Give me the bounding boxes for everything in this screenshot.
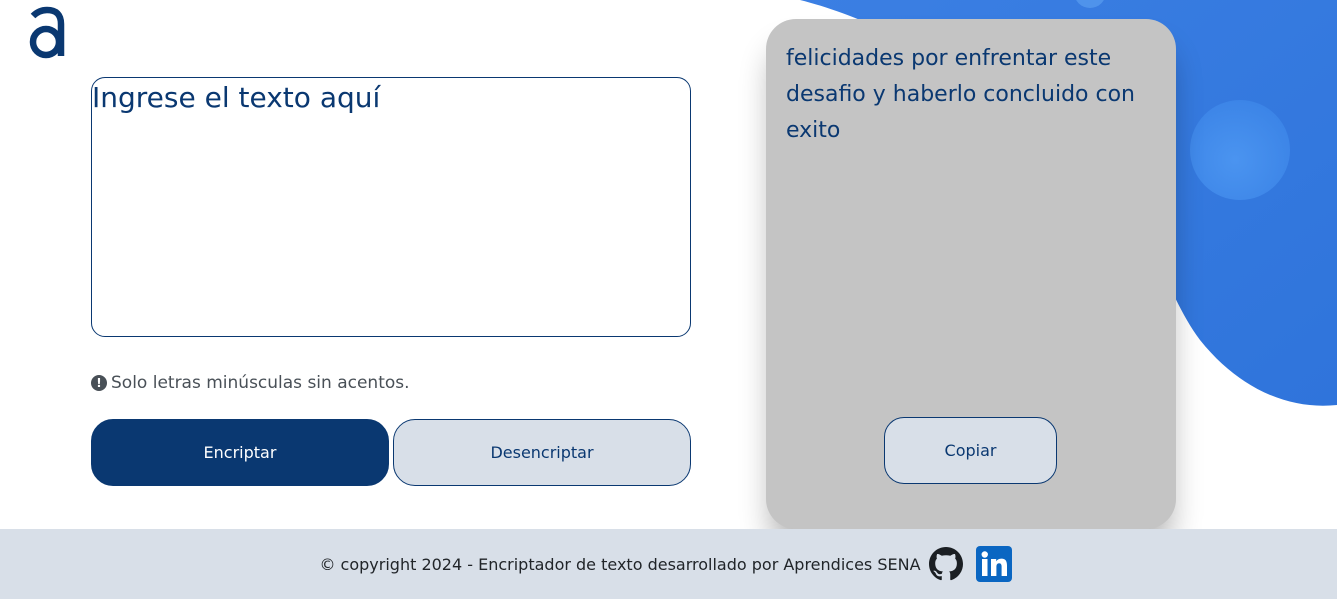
- output-card: felicidades por enfrentar este desafio y…: [766, 19, 1176, 529]
- footer: © copyright 2024 - Encriptador de texto …: [0, 529, 1337, 599]
- output-text: felicidades por enfrentar este desafio y…: [786, 46, 1135, 143]
- encrypt-button-label: Encriptar: [203, 443, 277, 462]
- footer-content: © copyright 2024 - Encriptador de texto …: [319, 546, 1012, 582]
- exclamation-circle-icon: !: [91, 375, 107, 391]
- input-hint: ! Solo letras minúsculas sin acentos.: [91, 372, 410, 394]
- github-icon[interactable]: [928, 547, 963, 581]
- linkedin-icon[interactable]: [975, 546, 1012, 582]
- decrypt-button[interactable]: Desencriptar: [393, 419, 691, 486]
- hint-text: Solo letras minúsculas sin acentos.: [111, 373, 410, 393]
- alura-logo-icon[interactable]: [26, 6, 68, 62]
- page: ! Solo letras minúsculas sin acentos. En…: [0, 0, 1337, 599]
- copy-button-label: Copiar: [944, 441, 997, 460]
- footer-text: © copyright 2024 - Encriptador de texto …: [319, 554, 921, 574]
- encrypt-button[interactable]: Encriptar: [91, 419, 389, 486]
- copy-button[interactable]: Copiar: [884, 417, 1057, 484]
- decrypt-button-label: Desencriptar: [490, 443, 594, 462]
- text-input[interactable]: [91, 77, 691, 337]
